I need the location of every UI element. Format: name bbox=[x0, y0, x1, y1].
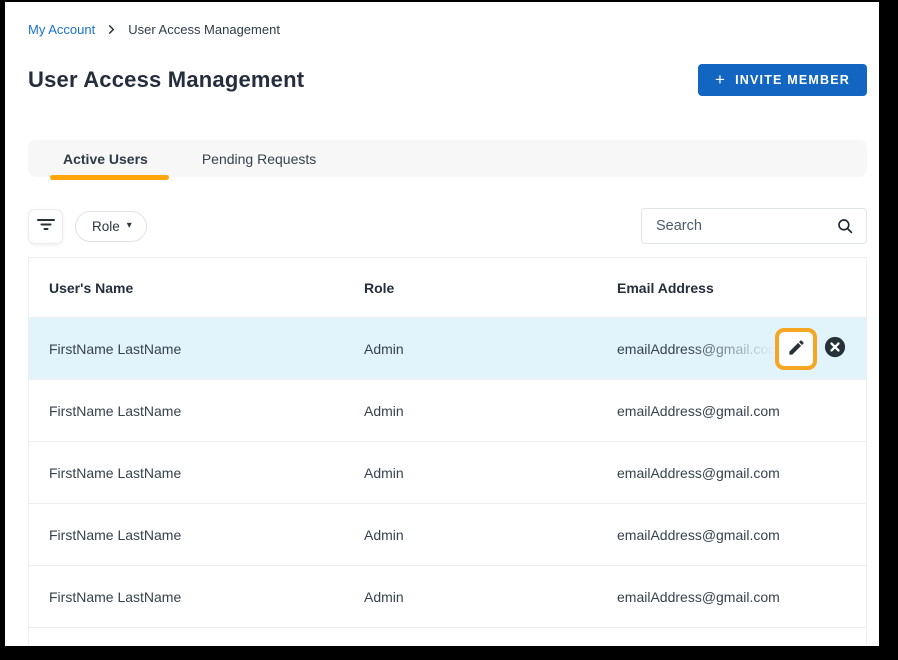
email-cell: emailAddress@gmail.com bbox=[617, 527, 866, 543]
remove-x-icon bbox=[824, 336, 846, 361]
role-cell: Admin bbox=[364, 465, 617, 481]
role-cell: Admin bbox=[364, 589, 617, 605]
email-cell: emailAddress@gmail.com bbox=[617, 465, 866, 481]
toolbar: Role ▾ bbox=[28, 208, 867, 244]
breadcrumb-link-my-account[interactable]: My Account bbox=[28, 22, 95, 37]
invite-member-label: INVITE MEMBER bbox=[735, 73, 850, 87]
search-icon[interactable] bbox=[836, 217, 854, 235]
role-cell: Admin bbox=[364, 527, 617, 543]
tab-active-users-label: Active Users bbox=[63, 151, 148, 167]
email-cell: emailAddress@gmail.com bbox=[617, 318, 866, 379]
edit-pencil-icon bbox=[787, 338, 806, 360]
column-header-users-name: User's Name bbox=[29, 280, 364, 296]
tab-bar: Active Users Pending Requests bbox=[28, 140, 867, 177]
user-name-cell: FirstName LastName bbox=[29, 465, 364, 481]
table-row[interactable]: FirstName LastName Admin emailAddress@gm… bbox=[29, 566, 866, 628]
user-name-cell: FirstName LastName bbox=[29, 341, 364, 357]
user-name-cell: FirstName LastName bbox=[29, 589, 364, 605]
tab-active-users[interactable]: Active Users bbox=[36, 140, 175, 177]
column-header-role: Role bbox=[364, 280, 617, 296]
chevron-right-icon bbox=[106, 24, 117, 35]
email-cell: emailAddress@gmail.com bbox=[617, 403, 866, 419]
tab-pending-requests[interactable]: Pending Requests bbox=[175, 140, 343, 177]
invite-member-button[interactable]: + INVITE MEMBER bbox=[698, 64, 867, 96]
email-text: emailAddress@gmail.com bbox=[617, 341, 780, 357]
role-cell: Admin bbox=[364, 403, 617, 419]
user-name-cell: FirstName LastName bbox=[29, 403, 364, 419]
page-title: User Access Management bbox=[28, 67, 304, 93]
edit-user-button[interactable] bbox=[775, 328, 817, 370]
table-row[interactable]: FirstName LastName Admin emailAddress@gm… bbox=[29, 504, 866, 566]
role-filter-label: Role bbox=[92, 219, 120, 234]
breadcrumb: My Account User Access Management bbox=[28, 2, 867, 37]
page-header: User Access Management + INVITE MEMBER bbox=[28, 64, 867, 96]
column-header-email: Email Address bbox=[617, 280, 866, 296]
email-cell: emailAddress@gmail.com bbox=[617, 589, 866, 605]
table-row[interactable]: FirstName LastName Admin emailAddress@gm… bbox=[29, 628, 866, 646]
table-header-row: User's Name Role Email Address bbox=[29, 258, 866, 318]
table-row-selected[interactable]: FirstName LastName Admin emailAddress@gm… bbox=[29, 318, 866, 380]
role-cell: Admin bbox=[364, 341, 617, 357]
row-actions bbox=[775, 328, 846, 370]
role-filter-dropdown[interactable]: Role ▾ bbox=[75, 211, 147, 242]
table-row[interactable]: FirstName LastName Admin emailAddress@gm… bbox=[29, 380, 866, 442]
search-box[interactable] bbox=[641, 208, 867, 244]
search-input[interactable] bbox=[656, 218, 836, 234]
tab-pending-requests-label: Pending Requests bbox=[202, 151, 316, 167]
filter-lines-icon bbox=[36, 216, 56, 237]
plus-icon: + bbox=[715, 71, 726, 88]
app-page: My Account User Access Management User A… bbox=[5, 2, 879, 646]
chevron-down-icon: ▾ bbox=[127, 221, 132, 231]
table-row[interactable]: FirstName LastName Admin emailAddress@gm… bbox=[29, 442, 866, 504]
breadcrumb-current: User Access Management bbox=[128, 22, 280, 37]
users-table: User's Name Role Email Address FirstName… bbox=[28, 257, 867, 646]
user-name-cell: FirstName LastName bbox=[29, 527, 364, 543]
remove-user-button[interactable] bbox=[824, 338, 846, 360]
filter-button[interactable] bbox=[28, 209, 63, 244]
